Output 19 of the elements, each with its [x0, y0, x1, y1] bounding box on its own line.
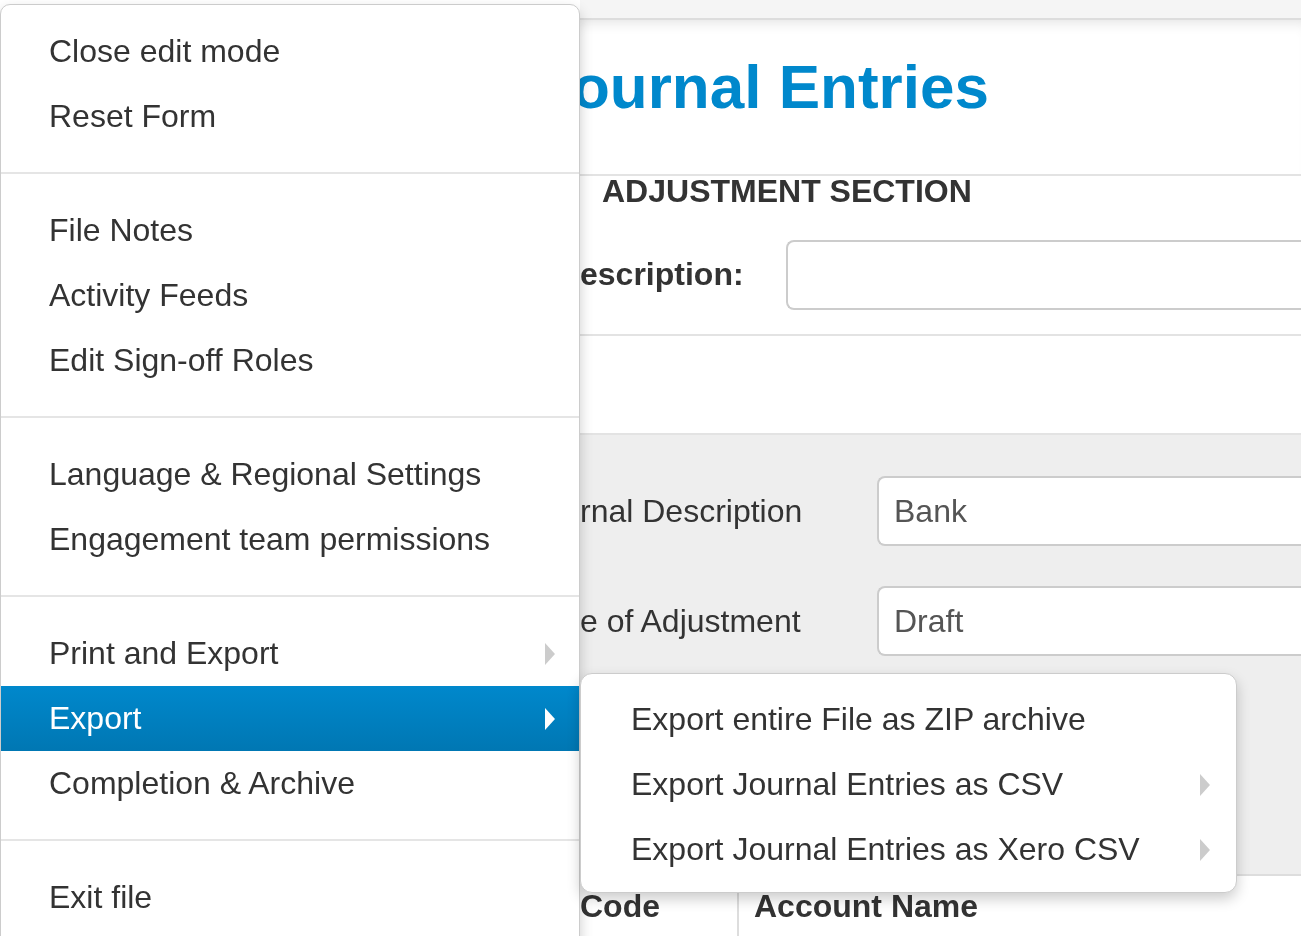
- menu-item[interactable]: Edit Sign-off Roles: [1, 328, 579, 393]
- menu-item[interactable]: Export Journal Entries as CSV: [581, 752, 1236, 817]
- menu-item[interactable]: File Notes: [1, 198, 579, 263]
- menu-item[interactable]: Engagement team permissions: [1, 507, 579, 572]
- menu-item[interactable]: Print and Export: [1, 621, 579, 686]
- menu-item[interactable]: Completion & Archive: [1, 751, 579, 816]
- menu-item[interactable]: Language & Regional Settings: [1, 442, 579, 507]
- menu-item[interactable]: Exit file: [1, 865, 579, 930]
- description-field[interactable]: [786, 239, 1301, 310]
- input-field[interactable]: Draft: [877, 586, 1301, 657]
- section-heading: ADJUSTMENT SECTION: [602, 172, 973, 210]
- menu-item[interactable]: Export: [1, 686, 579, 751]
- column-header: Account Name: [753, 887, 979, 925]
- input-field[interactable]: Bank: [877, 476, 1301, 547]
- menu-item[interactable]: Export entire File as ZIP archive: [581, 687, 1236, 752]
- field-label: rnal Description: [580, 492, 804, 530]
- menu-item[interactable]: Activity Feeds: [1, 263, 579, 328]
- field-label: e of Adjustment: [580, 602, 802, 640]
- field-label: escription:: [580, 256, 745, 294]
